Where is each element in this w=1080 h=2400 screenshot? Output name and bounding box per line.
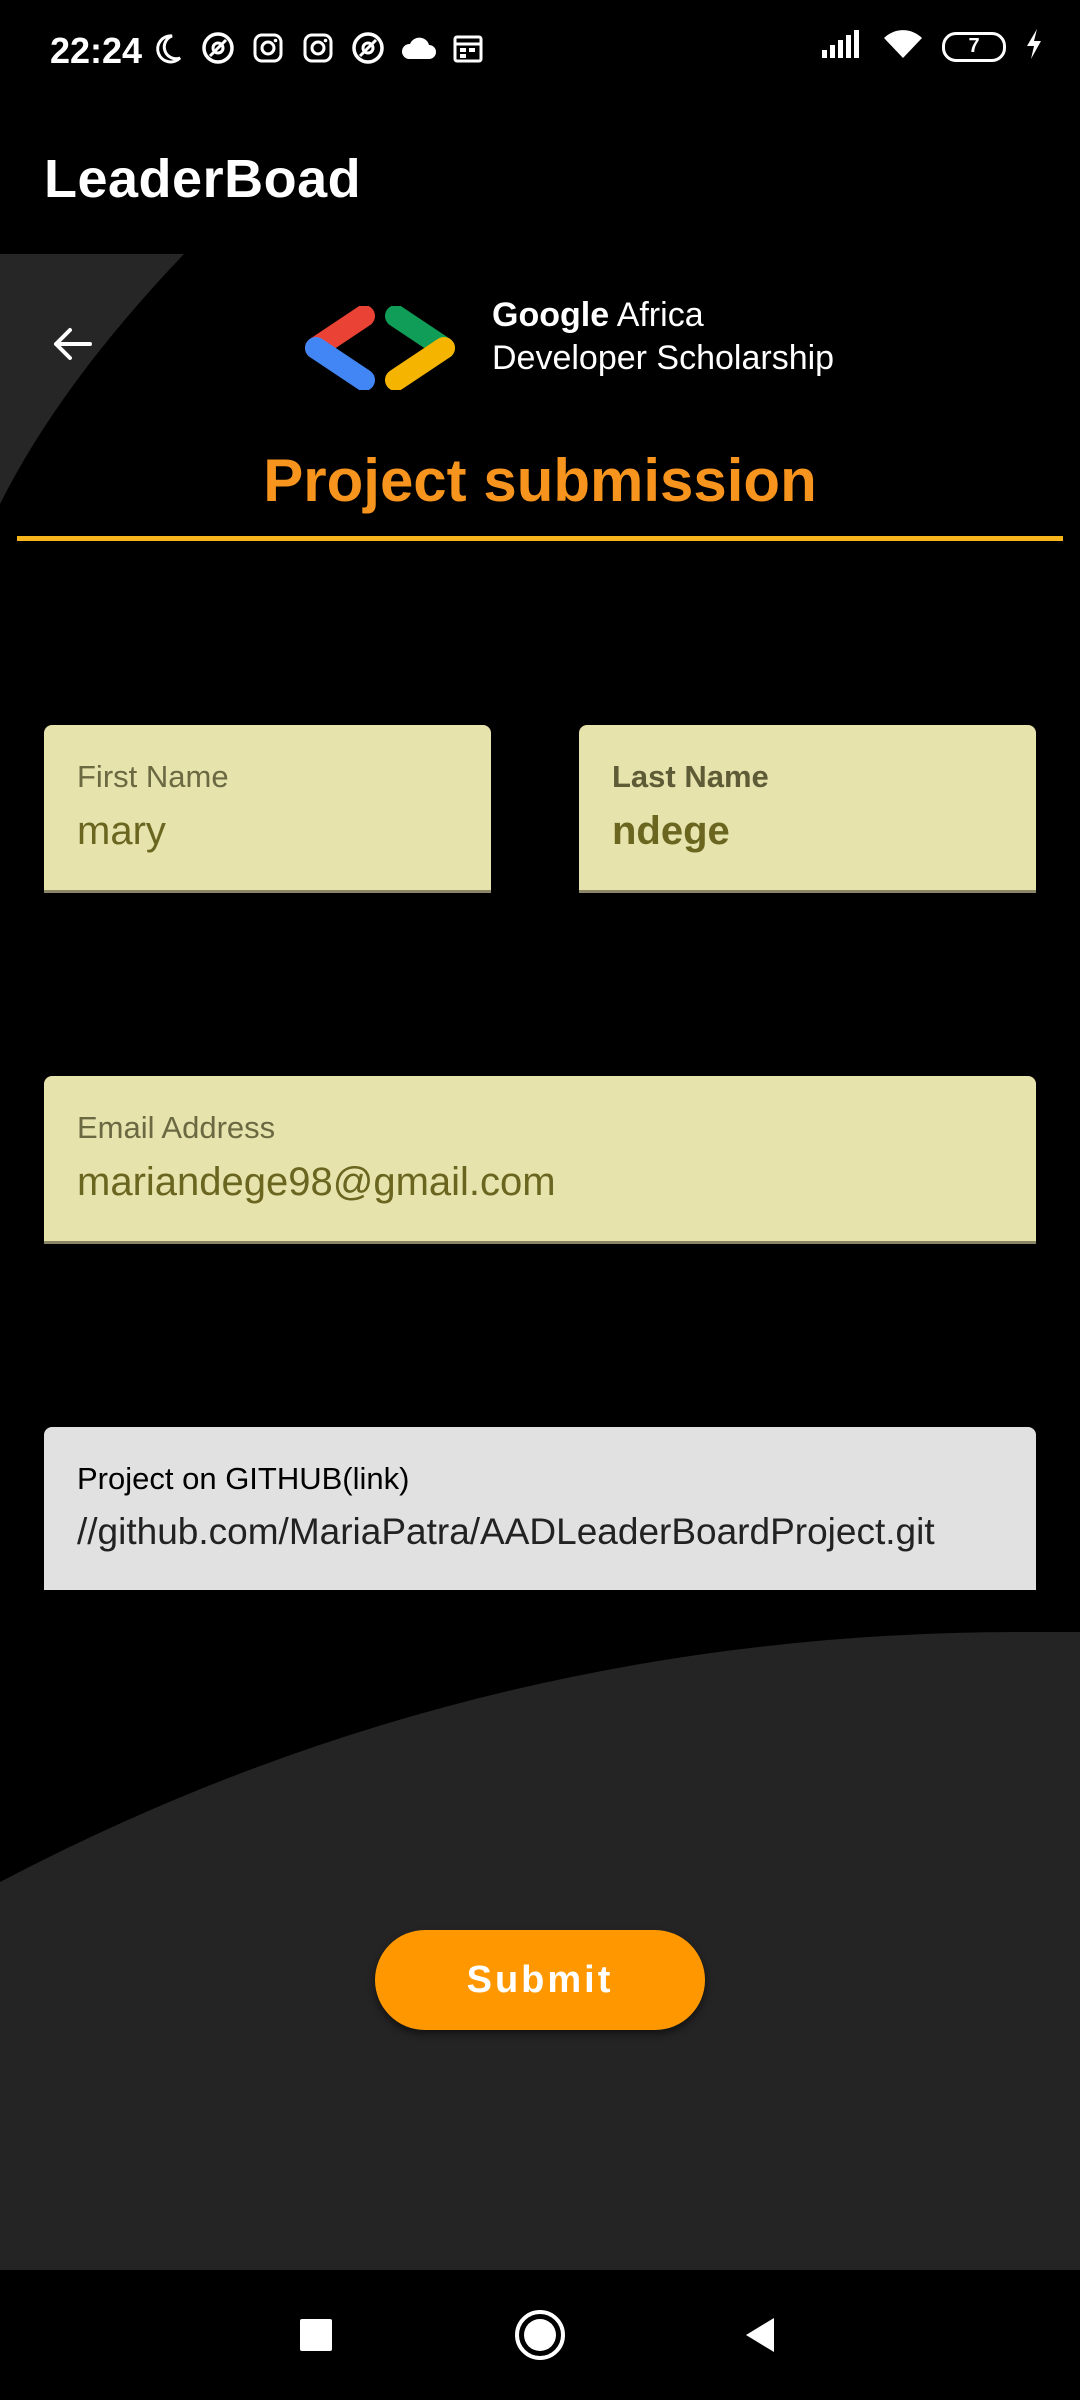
battery-icon: 7 — [942, 31, 1006, 62]
system-icons: 7 — [820, 28, 1044, 65]
back-triangle-icon — [746, 2318, 774, 2352]
recents-square-icon — [300, 2319, 332, 2351]
home-circle-icon — [515, 2310, 565, 2360]
github-link-field[interactable]: Project on GITHUB(link) //github.com/Mar… — [44, 1427, 1036, 1590]
brand-text: Google Africa Developer Scholarship — [492, 294, 834, 380]
calendar-icon — [450, 28, 486, 68]
app-title: LeaderBoad — [44, 149, 362, 209]
arrow-left-icon — [54, 328, 92, 360]
status-time: 22:24 — [50, 30, 143, 71]
github-link-label: Project on GITHUB(link) — [77, 1461, 410, 1496]
wifi-icon — [882, 28, 924, 65]
google-developers-logo-icon — [305, 306, 455, 390]
status-bar: 22:24 7 — [0, 0, 1080, 104]
home-button[interactable] — [505, 2300, 575, 2370]
cloud-icon — [400, 28, 436, 68]
signal-icon — [820, 28, 864, 65]
back-button[interactable] — [44, 316, 100, 372]
submit-button[interactable]: Submit — [375, 1930, 705, 2030]
brand-line-2: Developer Scholarship — [492, 339, 835, 377]
last-name-input[interactable]: ndege — [612, 809, 1036, 854]
system-nav-bar — [0, 2270, 1080, 2400]
first-name-label: First Name — [77, 759, 229, 794]
last-name-field[interactable]: Last Name ndege — [579, 725, 1036, 893]
moon-icon — [150, 28, 186, 68]
page-title: Project submission — [263, 447, 817, 514]
github-link-input[interactable]: //github.com/MariaPatra/AADLeaderBoardPr… — [77, 1511, 1036, 1553]
first-name-field[interactable]: First Name mary — [44, 725, 491, 893]
brand-line-1: Google Africa — [492, 294, 834, 337]
first-name-input[interactable]: mary — [77, 809, 491, 854]
title-divider — [17, 536, 1063, 541]
email-label: Email Address — [77, 1110, 276, 1145]
last-name-label: Last Name — [612, 759, 769, 794]
brand-google: Google — [492, 296, 610, 334]
at-sign-icon — [200, 28, 236, 68]
at-sign-icon — [350, 28, 386, 68]
notification-icons — [150, 28, 486, 68]
instagram-icon — [300, 28, 336, 68]
nav-back-button[interactable] — [725, 2300, 795, 2370]
brand-africa: Africa — [616, 296, 704, 334]
recents-button[interactable] — [281, 2300, 351, 2370]
instagram-icon — [250, 28, 286, 68]
email-field[interactable]: Email Address mariandege98@gmail.com — [44, 1076, 1036, 1244]
charging-icon — [1024, 28, 1044, 65]
email-input[interactable]: mariandege98@gmail.com — [77, 1160, 1036, 1205]
